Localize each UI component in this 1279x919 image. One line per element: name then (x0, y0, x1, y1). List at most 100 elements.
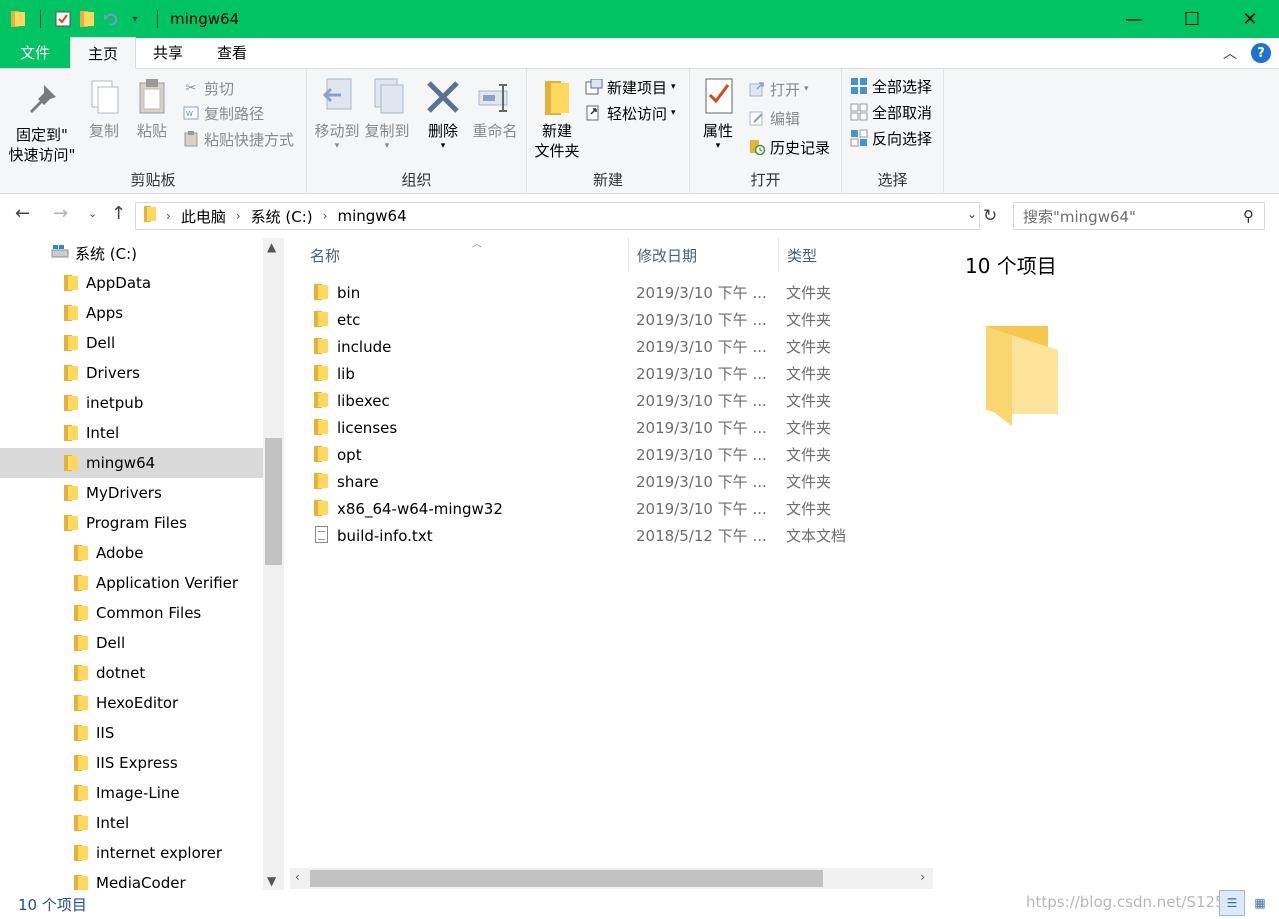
sidebar-item-dotnet[interactable]: dotnet (0, 658, 263, 688)
sidebar-item-inetpub[interactable]: inetpub (0, 388, 263, 418)
rename-button[interactable]: 重命名 (469, 77, 521, 141)
sidebar-item-intel[interactable]: Intel (0, 418, 263, 448)
minimize-button[interactable]: — (1105, 0, 1163, 38)
sidebar-item-image-line[interactable]: Image-Line (0, 778, 263, 808)
cut-button[interactable]: ✂ 剪切 (182, 77, 234, 99)
copy-to-button[interactable]: 复制到 ▾ (361, 77, 413, 151)
file-modified-date: 2019/3/10 下午 ... (636, 419, 767, 437)
tab-home[interactable]: 主页 (70, 37, 137, 69)
tree-item-drive[interactable]: 系统 (C:) (0, 238, 263, 268)
new-item-dropdown-icon: ▾ (671, 82, 676, 92)
table-row[interactable]: lib 2019/3/10 下午 ... 文件夹 (310, 360, 910, 387)
tab-file[interactable]: 文件 (0, 37, 70, 68)
tab-view[interactable]: 查看 (200, 37, 264, 68)
invert-selection-label: 反向选择 (872, 129, 933, 148)
navigation-pane-scrollbar[interactable]: ▲ ▼ (263, 238, 284, 890)
table-row[interactable]: opt 2019/3/10 下午 ... 文件夹 (310, 441, 910, 468)
sidebar-item-intel[interactable]: Intel (0, 808, 263, 838)
sidebar-item-program-files[interactable]: Program Files (0, 508, 263, 538)
scrollbar-thumb[interactable] (310, 870, 823, 887)
address-dropdown-icon[interactable]: ⌄ (967, 207, 977, 221)
back-arrow-icon[interactable]: ← (15, 203, 30, 224)
select-none-button[interactable]: 全部取消 (850, 101, 932, 123)
tab-share[interactable]: 共享 (136, 37, 200, 68)
breadcrumb-this-pc[interactable]: 此电脑 (181, 206, 226, 227)
file-modified-date: 2019/3/10 下午 ... (636, 473, 767, 491)
table-row[interactable]: x86_64-w64-mingw32 2019/3/10 下午 ... 文件夹 (310, 495, 910, 522)
sidebar-item-dell[interactable]: Dell (0, 628, 263, 658)
forward-arrow-icon[interactable]: → (53, 203, 68, 224)
scroll-left-icon[interactable]: ‹ (295, 870, 300, 884)
sidebar-item-hexoeditor[interactable]: HexoEditor (0, 688, 263, 718)
invert-selection-button[interactable]: 反向选择 (850, 127, 932, 149)
scroll-down-icon[interactable]: ▼ (267, 874, 276, 888)
column-header-date[interactable]: 修改日期 (629, 238, 779, 272)
search-icon[interactable]: ⚲ (1243, 207, 1254, 225)
select-all-button[interactable]: 全部选择 (850, 75, 932, 97)
sidebar-item-drivers[interactable]: Drivers (0, 358, 263, 388)
column-header-name[interactable]: 名称 ︿ (302, 238, 629, 272)
chevron-right-icon[interactable]: › (236, 209, 241, 223)
sidebar-item-iis-express[interactable]: IIS Express (0, 748, 263, 778)
column-header-type[interactable]: 类型 (779, 238, 929, 272)
maximize-button[interactable]: ☐ (1163, 0, 1221, 38)
table-row[interactable]: libexec 2019/3/10 下午 ... 文件夹 (310, 387, 910, 414)
new-folder-button[interactable]: 新建 文件夹 (531, 77, 583, 161)
table-row[interactable]: share 2019/3/10 下午 ... 文件夹 (310, 468, 910, 495)
chevron-right-icon[interactable]: › (323, 209, 328, 223)
details-view-icon[interactable]: ☰ (1219, 890, 1245, 916)
file-list-horizontal-scrollbar[interactable]: ‹ › (290, 868, 933, 889)
sidebar-item-mingw64[interactable]: mingw64 (0, 448, 263, 478)
sidebar-item-application-verifier[interactable]: Application Verifier (0, 568, 263, 598)
scroll-up-icon[interactable]: ▲ (267, 240, 276, 254)
history-button[interactable]: 历史记录 (748, 136, 830, 158)
tree-item-label: Intel (86, 424, 120, 442)
undo-icon[interactable] (103, 11, 119, 27)
sidebar-item-iis[interactable]: IIS (0, 718, 263, 748)
paste-button[interactable]: 粘贴 (132, 77, 172, 141)
properties-button[interactable]: 属性 ▾ (696, 77, 740, 151)
new-item-button[interactable]: 新建项目 ▾ (585, 76, 676, 98)
help-icon[interactable]: ? (1251, 43, 1271, 63)
sidebar-item-adobe[interactable]: Adobe (0, 538, 263, 568)
sidebar-item-internet-explorer[interactable]: internet explorer (0, 838, 263, 868)
delete-button[interactable]: 删除 ▾ (421, 77, 465, 151)
edit-button[interactable]: 编辑 (748, 107, 800, 129)
properties-check-icon[interactable] (55, 11, 71, 27)
table-row[interactable]: etc 2019/3/10 下午 ... 文件夹 (310, 306, 910, 333)
sidebar-item-apps[interactable]: Apps (0, 298, 263, 328)
breadcrumb-drive[interactable]: 系统 (C:) (251, 206, 313, 227)
open-button[interactable]: 打开 ▾ (748, 78, 809, 100)
recent-locations-chevron-icon[interactable]: ⌄ (88, 207, 97, 220)
table-row[interactable]: include 2019/3/10 下午 ... 文件夹 (310, 333, 910, 360)
new-folder-quick-icon[interactable] (79, 11, 95, 27)
sidebar-item-mydrivers[interactable]: MyDrivers (0, 478, 263, 508)
search-input[interactable]: 搜索"mingw64" (1023, 206, 1136, 227)
customize-dropdown-icon[interactable]: ▾ (127, 11, 143, 27)
easy-access-button[interactable]: 轻松访问 ▾ (585, 102, 676, 124)
large-icons-view-icon[interactable]: ▦ (1247, 890, 1273, 916)
table-row[interactable]: build-info.txt 2018/5/12 下午 ... 文本文档 (310, 522, 910, 549)
chevron-right-icon[interactable]: › (166, 209, 171, 223)
refresh-icon[interactable]: ↻ (983, 206, 997, 226)
sidebar-item-common-files[interactable]: Common Files (0, 598, 263, 628)
address-bar[interactable]: › 此电脑 › 系统 (C:) › mingw64 ⌄ (135, 202, 980, 230)
close-button[interactable]: ✕ (1221, 0, 1279, 38)
scrollbar-thumb[interactable] (265, 438, 282, 565)
paste-shortcut-button[interactable]: 粘贴快捷方式 (182, 128, 294, 150)
table-row[interactable]: licenses 2019/3/10 下午 ... 文件夹 (310, 414, 910, 441)
scroll-right-icon[interactable]: › (920, 870, 925, 884)
sidebar-item-appdata[interactable]: AppData (0, 268, 263, 298)
search-box[interactable]: 搜索"mingw64" ⚲ (1013, 202, 1265, 230)
sidebar-item-dell[interactable]: Dell (0, 328, 263, 358)
table-row[interactable]: bin 2019/3/10 下午 ... 文件夹 (310, 279, 910, 306)
up-arrow-icon[interactable]: ↑ (111, 203, 126, 224)
pin-quick-access-button[interactable]: 固定到" 快速访问" (8, 81, 76, 165)
breadcrumb-current[interactable]: mingw64 (337, 207, 406, 225)
move-to-button[interactable]: 移动到 ▾ (311, 77, 363, 151)
collapse-ribbon-icon[interactable]: ︿ (1223, 43, 1237, 63)
copy-path-button[interactable]: W 复制路径 (182, 102, 264, 124)
sidebar-item-mediacoder[interactable]: MediaCoder (0, 868, 263, 890)
copy-button[interactable]: 复制 (84, 77, 124, 141)
folder-icon (64, 515, 78, 531)
